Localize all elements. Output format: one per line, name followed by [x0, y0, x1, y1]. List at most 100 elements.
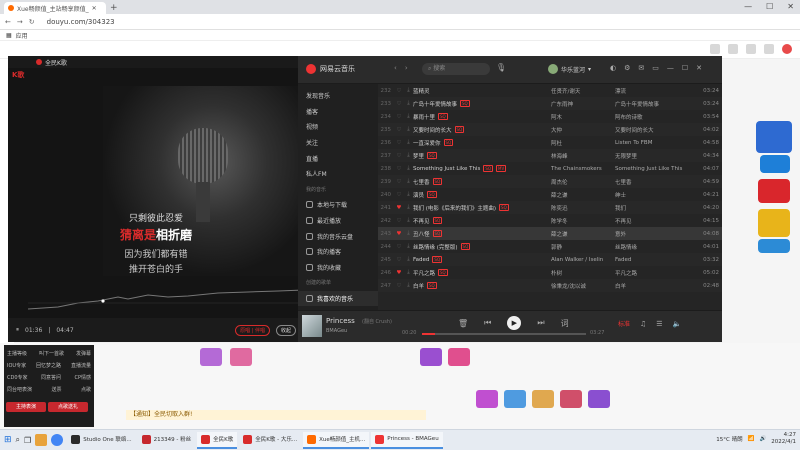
sidebar-item[interactable]: 直播 [298, 150, 378, 166]
song-title[interactable]: 我们 (电影《后来的我们》主题曲) [413, 204, 496, 212]
song-row[interactable]: 233 ♡ ⤓ 广岛十年爱情故事 SQ 广东雨神 广岛十年爱情故事 03:24 [378, 97, 722, 110]
song-artist[interactable]: 任贤齐/谢天 [551, 87, 615, 95]
heart-icon[interactable]: ♥ [394, 205, 404, 211]
clock[interactable]: 4:27 2022/4/1 [771, 432, 796, 446]
gift-item[interactable] [504, 390, 526, 408]
song-title[interactable]: 白羊 [413, 282, 424, 290]
gift-item[interactable] [200, 348, 222, 366]
song-artist[interactable]: 薛之谦 [551, 191, 615, 199]
heart-icon[interactable]: ♡ [394, 140, 404, 146]
gift-item[interactable] [230, 348, 252, 366]
download-icon[interactable]: ⤓ [404, 269, 413, 276]
song-artist[interactable]: 广东雨神 [551, 100, 615, 108]
song-title-cell[interactable]: 梦里 SQ [413, 152, 551, 160]
pause-icon[interactable]: ⏸ [16, 326, 19, 334]
sidebar-item[interactable]: 我的音乐云盘 [298, 228, 378, 244]
download-icon[interactable]: ⤓ [404, 165, 413, 172]
song-album[interactable]: 绅士 [615, 191, 699, 199]
download-icon[interactable]: ⤓ [404, 243, 413, 250]
lyric-icon[interactable]: 词 [561, 318, 569, 329]
heart-icon[interactable]: ♡ [394, 218, 404, 224]
song-row[interactable]: 239 ♡ ⤓ 七里香 SQ 周杰伦 七里香 04:59 [378, 175, 722, 188]
heart-icon[interactable]: ♥ [394, 270, 404, 276]
song-title-cell[interactable]: 又要时间的长大 SQ [413, 126, 551, 134]
taskbar-app[interactable]: Studio One 联络... [67, 432, 135, 449]
download-icon[interactable]: ⤓ [404, 217, 413, 224]
song-title[interactable]: 又要时间的长大 [413, 126, 452, 134]
download-icon[interactable]: ⤓ [404, 191, 413, 198]
collapse-button[interactable]: 收起 [275, 324, 296, 336]
now-playing-artist[interactable]: BMAGeu [326, 328, 347, 334]
promo-badge[interactable] [760, 155, 790, 173]
header-icon[interactable] [746, 44, 756, 54]
song-title[interactable]: 丝路情缘 (完整版) [413, 243, 458, 251]
forward-icon[interactable]: → [17, 18, 23, 26]
chevron-down-icon[interactable]: ▾ [588, 66, 591, 73]
song-title-cell[interactable]: 丑八怪 SQ [413, 230, 551, 238]
new-tab-button[interactable]: + [110, 3, 118, 13]
play-button[interactable]: ▶ [507, 316, 522, 330]
settings-icon[interactable]: ⚙ [624, 64, 630, 72]
sound-effect-icon[interactable]: ♫ [640, 320, 646, 328]
heart-icon[interactable]: ♡ [394, 192, 404, 198]
taskbar-app[interactable]: Xue畅颜值_主机... [303, 431, 370, 449]
song-album[interactable]: Faded [615, 257, 699, 263]
close-tab-icon[interactable]: ✕ [92, 5, 97, 12]
sidebar-item[interactable]: 私人FM [298, 166, 378, 182]
back-icon[interactable]: ‹ [394, 64, 397, 72]
gift-button[interactable]: 主持表演 [6, 402, 46, 412]
song-artist[interactable]: 林海峰 [551, 152, 615, 160]
song-artist[interactable]: 朴树 [551, 269, 615, 277]
song-title[interactable]: 一直深爱你 [413, 139, 441, 147]
user-avatar[interactable] [782, 44, 792, 54]
gift-item[interactable] [532, 390, 554, 408]
song-artist[interactable]: 陈奕迅 [551, 204, 615, 212]
promo-badge[interactable] [758, 209, 790, 237]
song-title-cell[interactable]: 蓝精灵 [413, 87, 551, 95]
user-profile[interactable]: 华乐蓝河 ▾ [548, 64, 591, 74]
song-artist[interactable]: Alan Walker / Iselin [551, 257, 615, 263]
next-icon[interactable]: ⏭ [537, 318, 544, 328]
song-album[interactable]: Listen To FBM [615, 140, 699, 146]
song-title-cell[interactable]: 不再见 SQ [413, 217, 551, 225]
song-row[interactable]: 234 ♡ ⤓ 暴雨十里 SQ 阿木 阿布的诗歌 03:54 [378, 110, 722, 123]
minimize-icon[interactable]: — [667, 64, 674, 72]
weather[interactable]: 15°C 晴朗 [716, 435, 742, 443]
gift-item[interactable] [588, 390, 610, 408]
taskbar-app[interactable]: 全民K歌 - 大乐... [239, 432, 301, 449]
playlist-icon[interactable]: ☰ [656, 320, 662, 328]
browser-tab[interactable]: Xue畅颜值_主站畅享颜值_ ✕ [4, 2, 106, 14]
song-title[interactable]: Something Just Like This [413, 166, 480, 172]
song-row[interactable]: 243 ♥ ⤓ 丑八怪 SQ 薛之谦 意外 04:08 [378, 227, 722, 240]
song-title-cell[interactable]: 白羊 SQ [413, 282, 551, 290]
song-title[interactable]: 不再见 [413, 217, 430, 225]
download-icon[interactable]: ⤓ [404, 113, 413, 120]
heart-icon[interactable]: ♡ [394, 153, 404, 159]
original-accompany-toggle[interactable]: 原唱 | 伴唱 [235, 324, 270, 336]
volume-icon[interactable]: 🔈 [673, 320, 682, 328]
song-row[interactable]: 247 ♡ ⤓ 白羊 SQ 徐秉龙/沈以诚 白羊 02:48 [378, 279, 722, 292]
sidebar-item[interactable]: 本地与下载 [298, 197, 378, 213]
sidebar-item[interactable]: 发现音乐 [298, 88, 378, 104]
song-album[interactable]: 无限梦里 [615, 152, 699, 160]
song-title-cell[interactable]: 演员 SQ [413, 191, 551, 199]
sidebar-item[interactable]: 我的播客 [298, 244, 378, 260]
song-title-cell[interactable]: Something Just Like This SQ MV [413, 165, 551, 172]
song-title[interactable]: 梦里 [413, 152, 424, 160]
heart-icon[interactable]: ♡ [394, 166, 404, 172]
song-row[interactable]: 240 ♡ ⤓ 演员 SQ 薛之谦 绅士 04:21 [378, 188, 722, 201]
song-row[interactable]: 232 ♡ ⤓ 蓝精灵 任贤齐/谢天 漂流 03:24 [378, 84, 722, 97]
gift-item[interactable] [420, 348, 442, 366]
song-album[interactable]: 不再见 [615, 217, 699, 225]
song-artist[interactable]: The Chainsmokers [551, 166, 615, 172]
forward-icon[interactable]: › [405, 64, 408, 72]
song-album[interactable]: 漂流 [615, 87, 699, 95]
heart-icon[interactable]: ♡ [394, 179, 404, 185]
sidebar-item[interactable]: 我喜欢的音乐 [298, 290, 378, 307]
download-icon[interactable]: ⤓ [404, 256, 413, 263]
song-title[interactable]: Faded [413, 257, 429, 263]
song-album[interactable]: 意外 [615, 230, 699, 238]
heart-icon[interactable]: ♡ [394, 114, 404, 120]
mini-mode-icon[interactable]: ▭ [652, 64, 659, 72]
song-title-cell[interactable]: 暴雨十里 SQ [413, 113, 551, 121]
